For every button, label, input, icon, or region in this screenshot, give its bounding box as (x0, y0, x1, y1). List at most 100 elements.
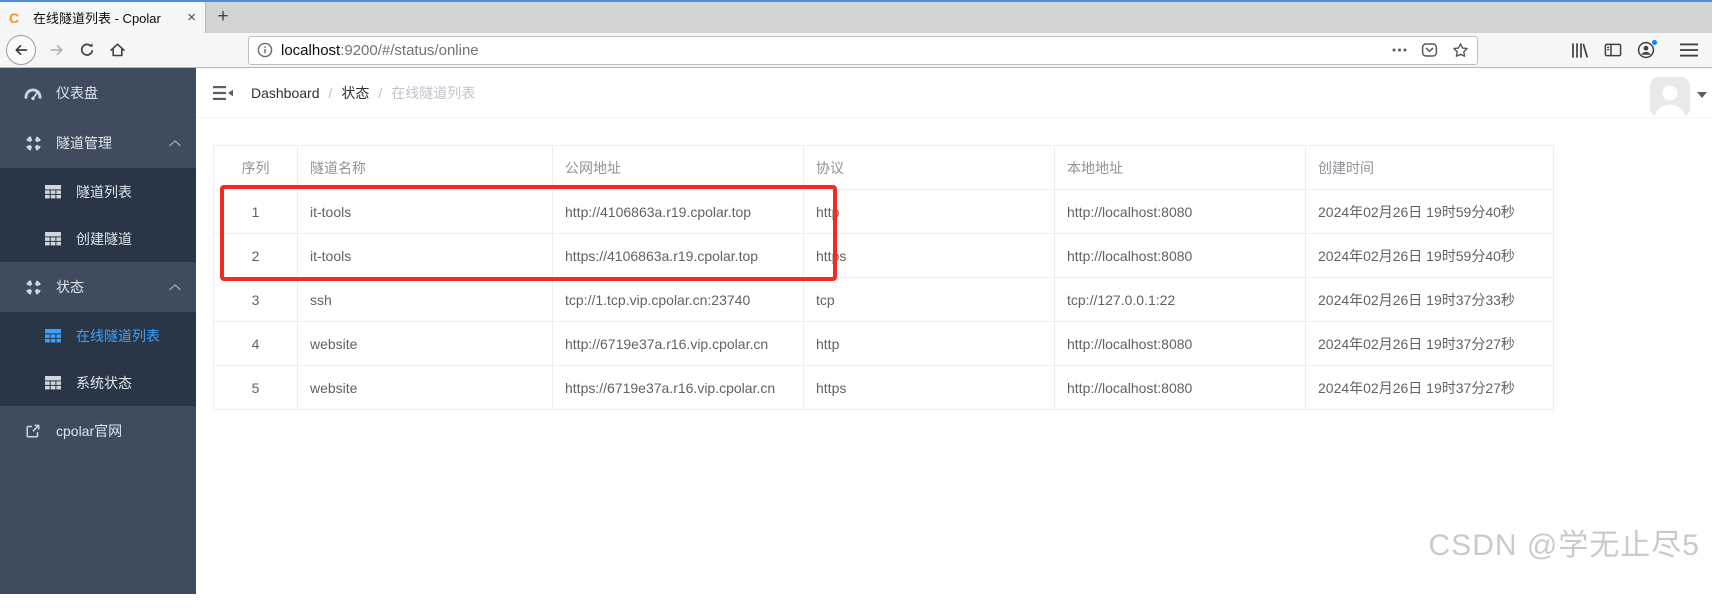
table-cell: 4 (213, 321, 298, 366)
table-row: 3 ssh tcp://1.tcp.vip.cpolar.cn:23740 tcp tc… (213, 277, 1554, 322)
account-button[interactable] (1637, 39, 1658, 59)
browser-tab[interactable]: C 在线隧道列表 - Cpolar × (0, 2, 206, 33)
cpolar-app: 仪表盘 隧道管理 隧道列表 创建隧道 状态 在线隧道列表 系统状态 cpolar… (0, 68, 1712, 615)
forward-arrow-icon (50, 44, 63, 56)
sidebar-item-tunnel-list[interactable]: 隧道列表 (0, 168, 196, 215)
home-icon (109, 43, 125, 57)
toolbar-right (1570, 39, 1706, 59)
table-cell: 2024年02月26日 19时37分27秒 (1305, 365, 1554, 410)
pocket-save-icon[interactable] (1421, 42, 1438, 58)
table-cell: 2024年02月26日 19时59分40秒 (1305, 233, 1554, 278)
table-cell: http (803, 321, 1055, 366)
table-cell: https://6719e37a.r16.vip.cpolar.cn (552, 365, 804, 410)
url-bar[interactable]: localhost:9200/#/status/online (248, 35, 1478, 65)
table-cell: website (297, 365, 553, 410)
bookmark-star-icon[interactable] (1452, 42, 1469, 59)
avatar-dropdown-caret-icon[interactable] (1697, 92, 1707, 98)
page-actions (1392, 42, 1469, 59)
table-icon (44, 184, 62, 199)
chevron-up-icon (169, 283, 181, 291)
sidebar-toggle-button[interactable] (211, 81, 235, 105)
sidebar-item-cpolar-website[interactable]: cpolar官网 (0, 406, 196, 456)
page-info-icon[interactable] (257, 42, 273, 58)
breadcrumb-dashboard[interactable]: Dashboard (251, 85, 320, 101)
sidebar-item-label: 状态 (56, 279, 84, 295)
table-cell: ssh (297, 277, 553, 322)
table-row: 5 website https://6719e37a.r16.vip.cpolar.… (213, 365, 1554, 410)
sidebar-item-label: 系统状态 (76, 374, 132, 391)
library-icon[interactable] (1570, 42, 1589, 59)
breadcrumb-separator: / (328, 84, 333, 101)
url-host: localhost (281, 41, 341, 59)
account-badge-dot (1651, 39, 1658, 46)
tab-title: 在线隧道列表 - Cpolar (33, 11, 161, 26)
sidebar-item-dashboard[interactable]: 仪表盘 (0, 68, 196, 118)
sidebar: 仪表盘 隧道管理 隧道列表 创建隧道 状态 在线隧道列表 系统状态 cpolar… (0, 68, 196, 594)
chevron-up-icon (169, 139, 181, 147)
browser-tab-bar: C 在线隧道列表 - Cpolar × + (0, 2, 1712, 33)
sidebar-item-label: 隧道列表 (76, 183, 132, 200)
table-cell: tcp (803, 277, 1055, 322)
table-cell: http://localhost:8080 (1054, 365, 1306, 410)
table-icon (44, 328, 62, 343)
table-cell: 2024年02月26日 19时59分40秒 (1305, 189, 1554, 234)
life-ring-icon (24, 135, 42, 152)
table-row: 1 it-tools http://4106863a.r19.cpolar.top h… (213, 189, 1554, 234)
sidebar-item-label: cpolar官网 (56, 423, 123, 439)
home-button[interactable] (102, 36, 132, 64)
hamburger-menu-icon[interactable] (1680, 43, 1698, 57)
watermark: CSDN @学无止尽5 (1428, 529, 1700, 562)
column-header-1: 序列 (213, 145, 298, 190)
new-tab-button[interactable]: + (206, 2, 240, 33)
breadcrumb: Dashboard / 状态 / 在线隧道列表 (251, 83, 475, 103)
online-tunnel-table: 序列 隧道名称 公网地址 协议 本地地址 创建时间 1 it-tools http://410… (213, 145, 1554, 410)
back-button[interactable] (6, 35, 36, 65)
app-header: Dashboard / 状态 / 在线隧道列表 (196, 68, 1712, 118)
table-cell: 3 (213, 277, 298, 322)
sidebar-collapse-icon (213, 85, 233, 100)
reload-button[interactable] (72, 36, 102, 64)
forward-button[interactable] (42, 36, 72, 64)
browser-navbar: localhost:9200/#/status/online (0, 33, 1712, 68)
table-cell: https (803, 365, 1055, 410)
table-row: 2 it-tools https://4106863a.r19.cpolar.top… (213, 233, 1554, 278)
avatar[interactable] (1650, 77, 1690, 117)
sidebar-item-tunnel-manage[interactable]: 隧道管理 (0, 118, 196, 168)
cpolar-favicon-icon: C (9, 9, 20, 26)
table-cell: http://4106863a.r19.cpolar.top (552, 189, 804, 234)
tunnel-table: 序列 隧道名称 公网地址 协议 本地地址 创建时间 1 it-tools http://410… (213, 145, 1554, 410)
url-text[interactable]: localhost:9200/#/status/online (281, 42, 479, 59)
breadcrumb-status[interactable]: 状态 (341, 83, 369, 103)
table-cell: 2 (213, 233, 298, 278)
column-header-4: 协议 (803, 145, 1055, 190)
column-header-2: 隧道名称 (297, 145, 553, 190)
dashboard-gauge-icon (24, 86, 42, 101)
table-row: 4 website http://6719e37a.r16.vip.cpolar.c… (213, 321, 1554, 366)
table-cell: website (297, 321, 553, 366)
reload-icon (80, 43, 94, 56)
url-path: :9200/#/status/online (340, 41, 479, 59)
sidebar-item-label: 创建隧道 (76, 230, 132, 247)
table-icon (44, 231, 62, 246)
sidebar-item-status[interactable]: 状态 (0, 262, 196, 312)
table-cell: http://localhost:8080 (1054, 233, 1306, 278)
life-ring-icon (24, 279, 42, 296)
table-cell: https://4106863a.r19.cpolar.top (552, 233, 804, 278)
external-link-icon (24, 423, 42, 439)
table-cell: it-tools (297, 233, 553, 278)
column-header-3: 公网地址 (552, 145, 804, 190)
sidebar-item-label: 在线隧道列表 (76, 327, 160, 344)
breadcrumb-separator: / (378, 84, 383, 101)
table-cell: http (803, 189, 1055, 234)
table-cell: http://localhost:8080 (1054, 321, 1306, 366)
sidebar-item-system-status[interactable]: 系统状态 (0, 359, 196, 406)
table-cell: it-tools (297, 189, 553, 234)
sidebar-submenu-tunnel: 隧道列表 创建隧道 (0, 168, 196, 262)
sidebar-item-create-tunnel[interactable]: 创建隧道 (0, 215, 196, 262)
sidebars-icon[interactable] (1604, 42, 1622, 58)
column-header-6: 创建时间 (1305, 145, 1554, 190)
page-actions-menu-icon[interactable] (1392, 42, 1407, 58)
sidebar-item-label: 仪表盘 (56, 85, 98, 101)
sidebar-item-online-tunnels[interactable]: 在线隧道列表 (0, 312, 196, 359)
tab-close-icon[interactable]: × (187, 10, 196, 25)
